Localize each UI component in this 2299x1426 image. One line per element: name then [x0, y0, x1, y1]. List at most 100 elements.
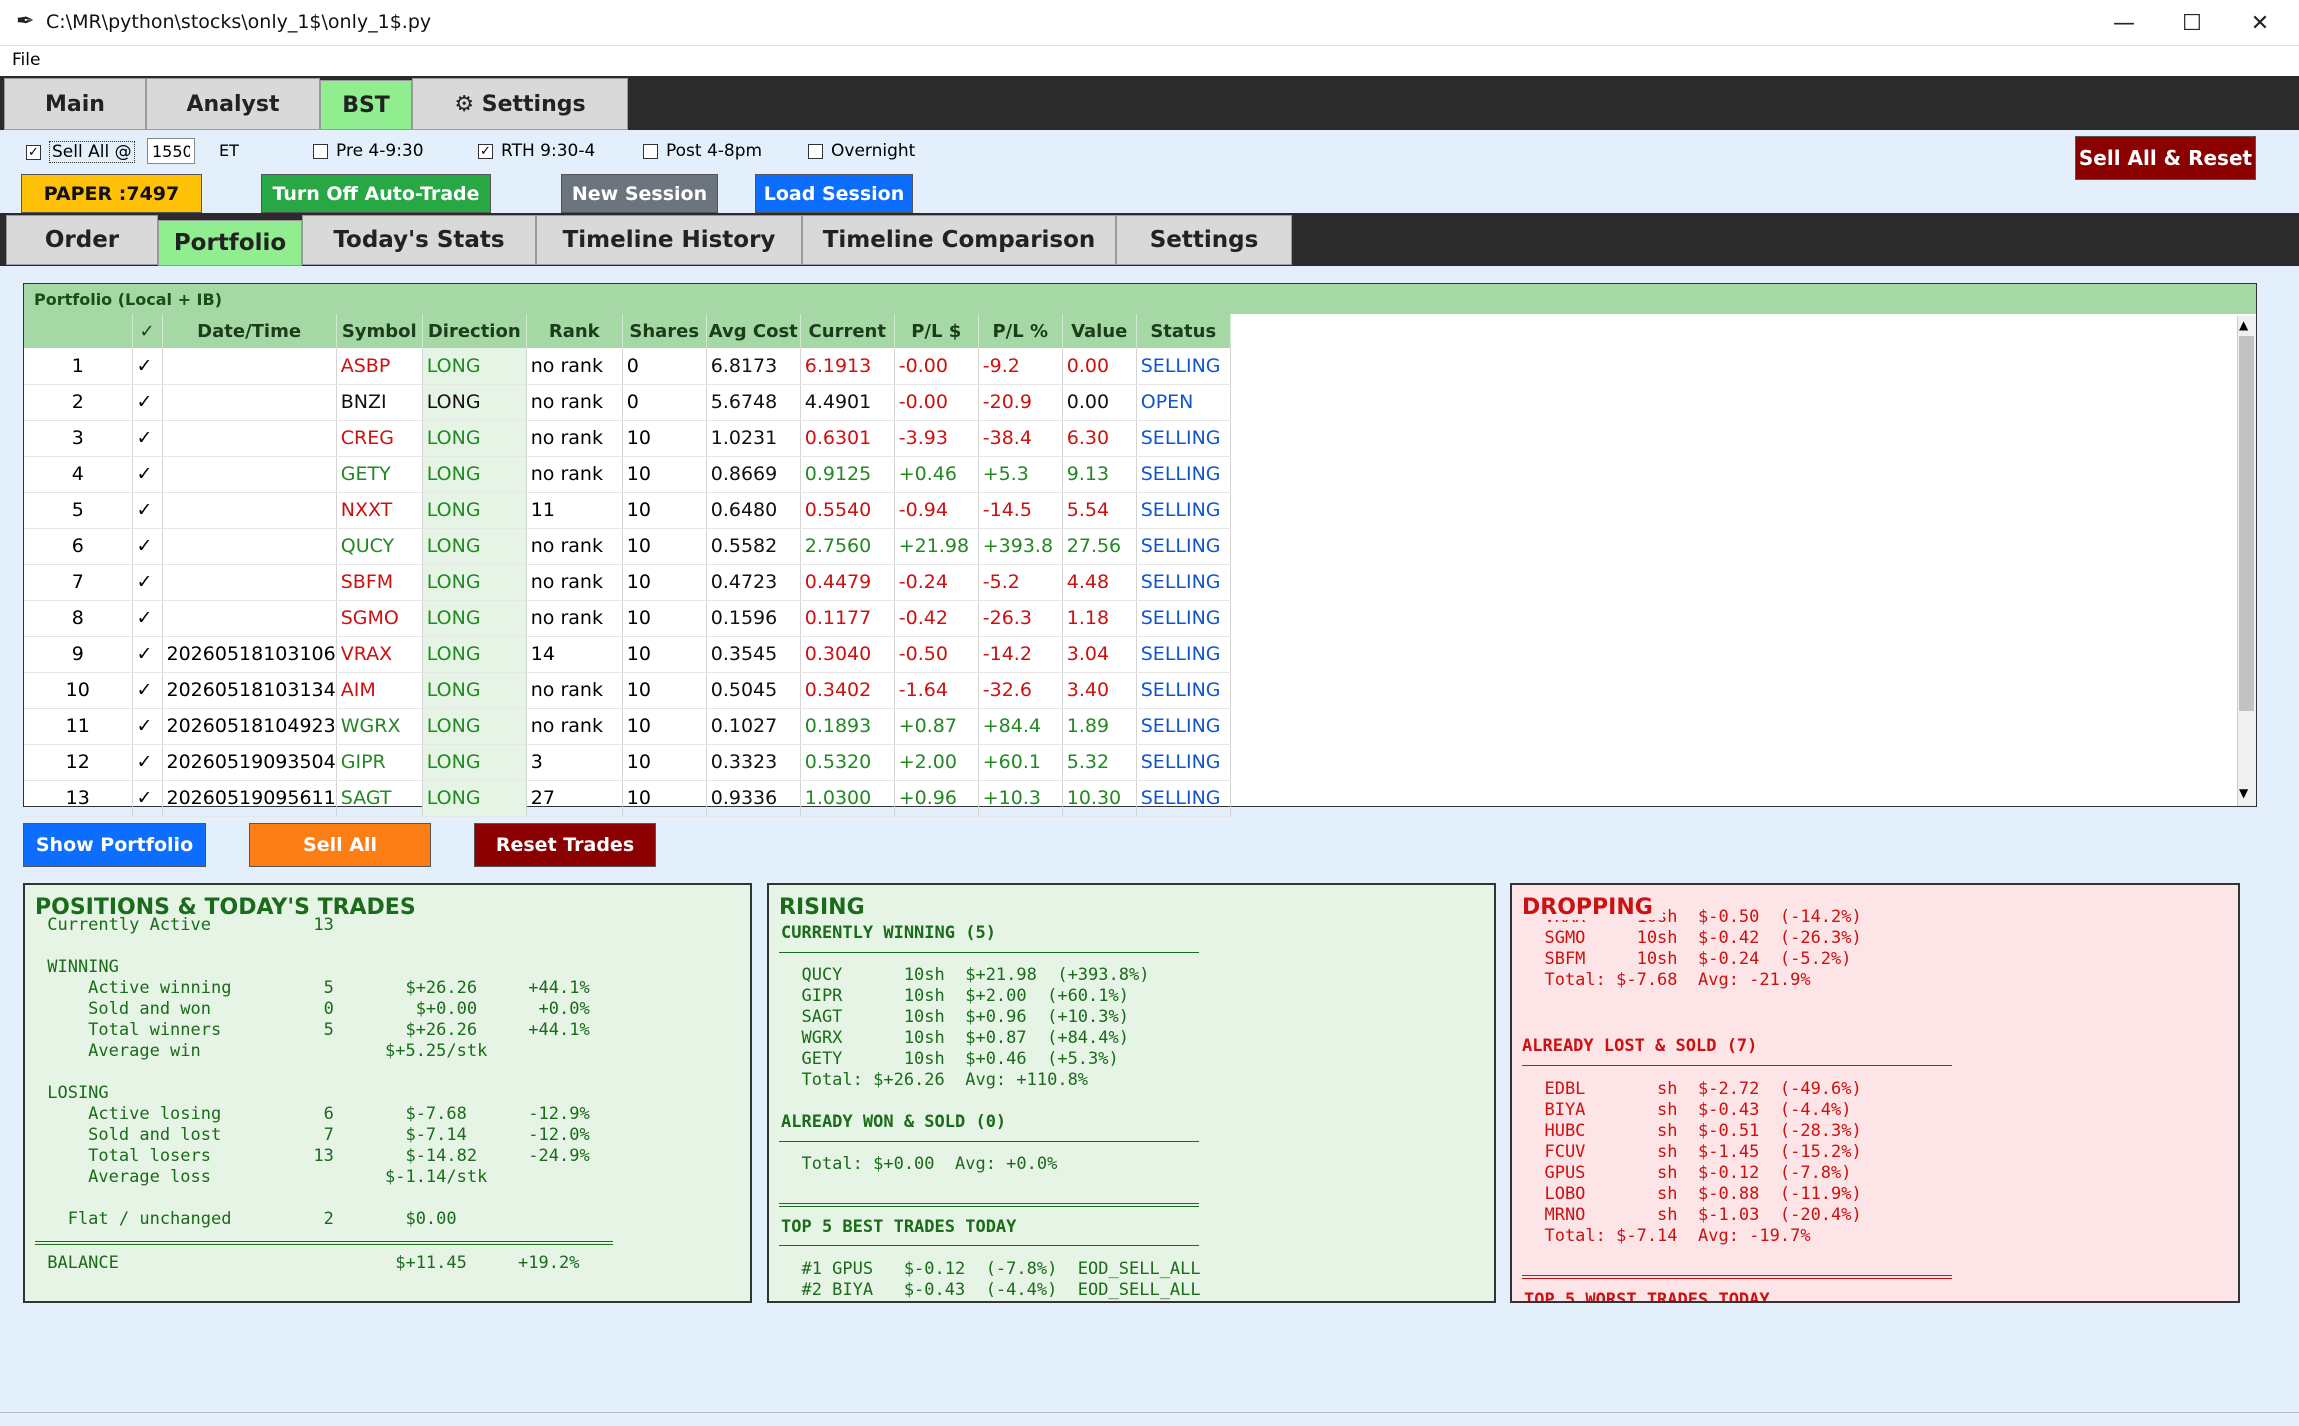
cell-pl-percent: +5.3 [978, 456, 1063, 493]
scrollbar-thumb[interactable] [2239, 336, 2254, 711]
cell-shares: 0 [622, 384, 707, 421]
checkbox-unchecked-icon[interactable] [808, 143, 823, 159]
cell-avg-cost: 0.5045 [706, 672, 801, 709]
cell-row-number: 7 [24, 564, 133, 601]
cell-symbol: WGRX [336, 708, 423, 745]
column-header-symbol[interactable]: Symbol [336, 314, 423, 348]
column-header-value[interactable]: Value [1062, 314, 1137, 348]
dropping-rule-1 [1522, 1065, 1952, 1066]
tab-todays-stats[interactable]: Today's Stats [302, 215, 536, 265]
new-session-button[interactable]: New Session [561, 174, 718, 213]
tab-sub-settings[interactable]: Settings [1116, 215, 1292, 265]
checkbox-checked-icon[interactable]: ✓ [478, 143, 493, 159]
table-row[interactable]: 6 ✓ QUCY LONG no rank 10 0.5582 2.7560 +21.98 +39… [24, 528, 1231, 565]
overnight-checkbox[interactable]: Overnight [808, 141, 915, 161]
scroll-up-icon[interactable]: ▲ [2239, 318, 2248, 332]
tab-order[interactable]: Order [6, 215, 158, 265]
cell-status: SELLING [1136, 600, 1231, 637]
sell-all-button[interactable]: Sell All [249, 823, 431, 867]
best-trades-heading: TOP 5 BEST TRADES TODAY [781, 1217, 1017, 1237]
column-header-current[interactable]: Current [800, 314, 895, 348]
pre-market-checkbox[interactable]: Pre 4-9:30 [313, 141, 424, 161]
window-title: C:\MR\python\stocks\only_1$\only_1$.py [46, 11, 432, 33]
post-market-checkbox[interactable]: Post 4-8pm [643, 141, 762, 161]
reset-trades-button[interactable]: Reset Trades [474, 823, 656, 867]
cell-row-number: 9 [24, 636, 133, 673]
column-header-pl-percent[interactable]: P/L % [978, 314, 1063, 348]
sell-all-label: Sell All @ [49, 141, 135, 163]
tab-analyst[interactable]: Analyst [146, 78, 320, 130]
table-row[interactable]: 9 ✓ 20260518103106 VRAX LONG 14 10 0.3545 0.3040… [24, 636, 1231, 673]
column-header-direction[interactable]: Direction [422, 314, 527, 348]
cell-pl-dollar: +0.87 [894, 708, 979, 745]
tab-timeline-comparison[interactable]: Timeline Comparison [802, 215, 1116, 265]
maximize-icon[interactable]: ☐ [2158, 0, 2226, 46]
sell-all-reset-button[interactable]: Sell All & Reset [2075, 136, 2256, 180]
column-header-check[interactable]: ✓ [132, 314, 163, 348]
column-header-row-number[interactable] [24, 314, 133, 348]
balance-rule [35, 1241, 613, 1245]
rth-checkbox[interactable]: ✓ RTH 9:30-4 [478, 141, 595, 161]
cell-pl-dollar: -0.42 [894, 600, 979, 637]
sell-all-time-input[interactable] [147, 138, 195, 164]
cell-rank: no rank [526, 600, 623, 637]
column-header-status[interactable]: Status [1136, 314, 1231, 348]
cell-date-time [162, 600, 337, 637]
table-row[interactable]: 13 ✓ 20260519095611 SAGT LONG 27 10 0.9336 1.030… [24, 780, 1231, 817]
column-header-pl-dollar[interactable]: P/L $ [894, 314, 979, 348]
table-row[interactable]: 3 ✓ CREG LONG no rank 10 1.0231 0.6301 -3.93 -38.… [24, 420, 1231, 457]
tab-settings[interactable]: ⚙ Settings [412, 78, 628, 130]
cell-status: SELLING [1136, 348, 1231, 385]
tab-bst[interactable]: BST [320, 80, 412, 130]
cell-pl-percent: +10.3 [978, 780, 1063, 817]
table-row[interactable]: 5 ✓ NXXT LONG 11 10 0.6480 0.5540 -0.94 -14.5 5.54… [24, 492, 1231, 529]
auto-trade-toggle-button[interactable]: Turn Off Auto-Trade [261, 174, 491, 213]
cell-avg-cost: 1.0231 [706, 420, 801, 457]
checkbox-unchecked-icon[interactable] [313, 143, 328, 159]
close-icon[interactable]: ✕ [2226, 0, 2294, 46]
table-row[interactable]: 10 ✓ 20260518103134 AIM LONG no rank 10 0.5045 0… [24, 672, 1231, 709]
cell-status: SELLING [1136, 420, 1231, 457]
column-header-rank[interactable]: Rank [526, 314, 623, 348]
cell-date-time: 20260518103134 [162, 672, 337, 709]
cell-avg-cost: 0.1027 [706, 708, 801, 745]
cell-rank: no rank [526, 456, 623, 493]
table-row[interactable]: 11 ✓ 20260518104923 WGRX LONG no rank 10 0.1027… [24, 708, 1231, 745]
table-row[interactable]: 8 ✓ SGMO LONG no rank 10 0.1596 0.1177 -0.42 -26.… [24, 600, 1231, 637]
cell-check: ✓ [132, 636, 163, 673]
table-row[interactable]: 7 ✓ SBFM LONG no rank 10 0.4723 0.4479 -0.24 -5.2… [24, 564, 1231, 601]
sell-all-at-checkbox[interactable]: ✓ Sell All @ [26, 141, 135, 163]
tab-main[interactable]: Main [4, 78, 146, 130]
checkbox-unchecked-icon[interactable] [643, 143, 658, 159]
load-session-button[interactable]: Load Session [755, 174, 913, 213]
table-row[interactable]: 4 ✓ GETY LONG no rank 10 0.8669 0.9125 +0.46 +5.3… [24, 456, 1231, 493]
cell-pl-dollar: -0.94 [894, 492, 979, 529]
table-row[interactable]: 12 ✓ 20260519093504 GIPR LONG 3 10 0.3323 0.5320… [24, 744, 1231, 781]
cell-rank: no rank [526, 528, 623, 565]
cell-status: SELLING [1136, 780, 1231, 817]
show-portfolio-button[interactable]: Show Portfolio [23, 823, 206, 867]
scroll-down-icon[interactable]: ▼ [2239, 786, 2248, 800]
cell-status: SELLING [1136, 492, 1231, 529]
column-header-avg-cost[interactable]: Avg Cost [706, 314, 801, 348]
tab-timeline-history[interactable]: Timeline History [536, 215, 802, 265]
cell-value: 1.89 [1062, 708, 1137, 745]
cell-pl-dollar: -0.00 [894, 384, 979, 421]
paper-account-badge[interactable]: PAPER :7497 [21, 174, 202, 213]
cell-rank: 14 [526, 636, 623, 673]
cell-avg-cost: 6.8173 [706, 348, 801, 385]
cell-pl-dollar: +0.46 [894, 456, 979, 493]
already-won-list: Total: $+0.00 Avg: +0.0% [781, 1154, 1058, 1174]
tab-portfolio[interactable]: Portfolio [158, 220, 302, 266]
column-header-shares[interactable]: Shares [622, 314, 707, 348]
cell-direction: LONG [422, 348, 527, 385]
table-row[interactable]: 1 ✓ ASBP LONG no rank 0 6.8173 6.1913 -0.00 -9.2 0… [24, 348, 1231, 385]
cell-direction: LONG [422, 528, 527, 565]
cell-current: 0.3040 [800, 636, 895, 673]
cell-value: 9.13 [1062, 456, 1137, 493]
menu-file[interactable]: File [12, 50, 40, 70]
column-header-date-time[interactable]: Date/Time [162, 314, 337, 348]
minimize-icon[interactable]: — [2090, 0, 2158, 46]
checkbox-checked-icon[interactable]: ✓ [26, 144, 41, 160]
table-row[interactable]: 2 ✓ BNZI LONG no rank 0 5.6748 4.4901 -0.00 -20.9… [24, 384, 1231, 421]
